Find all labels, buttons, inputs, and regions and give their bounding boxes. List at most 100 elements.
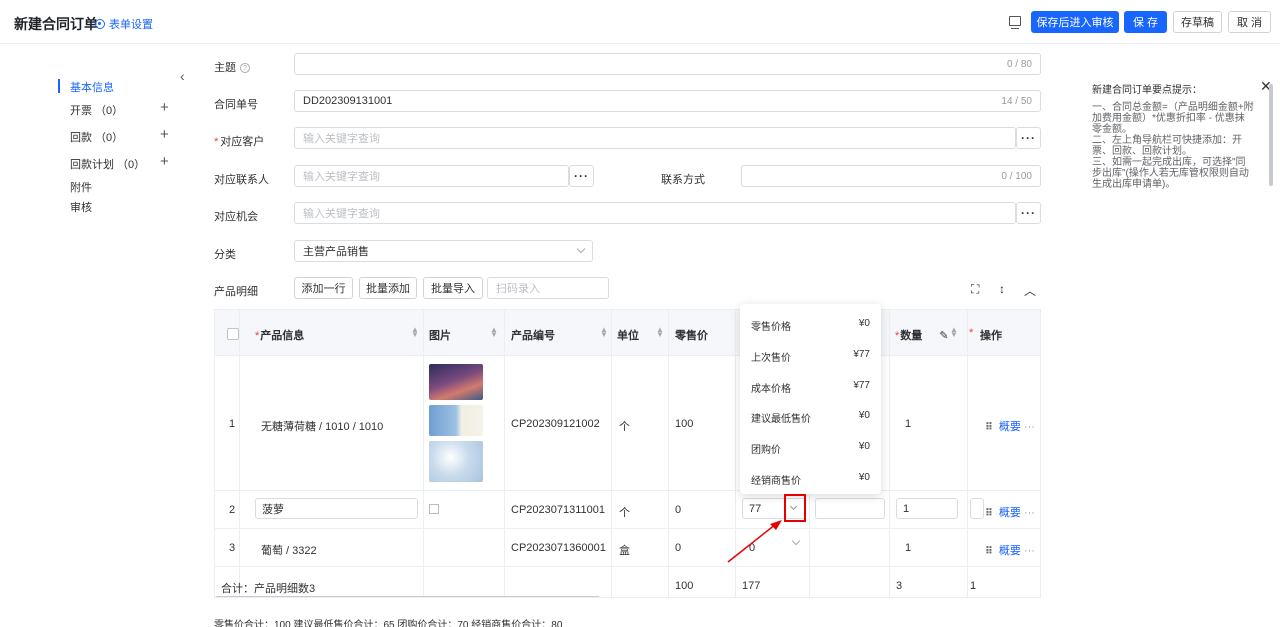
nav-item-attachment[interactable]: 附件 <box>70 179 92 195</box>
nav-item-review[interactable]: 审核 <box>70 199 92 215</box>
more-icon[interactable]: ··· <box>1024 421 1035 433</box>
row-code: CP2023071360001 <box>511 542 606 554</box>
summary-link[interactable]: 概要 <box>999 545 1021 557</box>
price-option[interactable]: 成本价格 ¥77 <box>751 380 870 395</box>
form-settings-link[interactable]: 表单设置 <box>95 16 153 32</box>
col-divider <box>504 310 505 597</box>
col-unit: 单位 <box>617 330 639 342</box>
tips-scrollbar[interactable] <box>1269 84 1273 186</box>
tips-title: 新建合同订单要点提示： <box>1092 85 1202 96</box>
help-icon[interactable]: ? <box>240 63 250 73</box>
col-image: 图片 <box>429 330 451 342</box>
contract-no-counter: 14 / 50 <box>1001 95 1032 107</box>
more-icon[interactable]: ··· <box>1024 507 1035 519</box>
settings-icon <box>95 19 105 29</box>
batch-import-button[interactable]: 批量导入 <box>423 277 483 299</box>
product-detail-label: 产品明细 <box>214 286 258 298</box>
price-option[interactable]: 上次售价 ¥77 <box>751 349 870 364</box>
nav-item-basic-info[interactable]: 基本信息 <box>70 79 114 95</box>
subject-input[interactable]: 0 / 80 <box>294 53 1041 75</box>
sort-icon[interactable]: ▲ ▼ <box>950 326 958 339</box>
category-select[interactable]: 主营产品销售 <box>294 240 593 262</box>
chevron-down-icon[interactable] <box>791 536 801 546</box>
form-main: 主题? 0 / 80 合同单号 DD202309131001 14 / 50 *… <box>192 44 1060 627</box>
contact-more-button[interactable]: ··· <box>569 165 594 187</box>
page-header: 新建合同订单 表单设置 保存后进入审核 保 存 存草稿 取 消 <box>0 0 1280 44</box>
save-draft-button[interactable]: 存草稿 <box>1173 11 1222 33</box>
col-actions: 操作 <box>980 330 1002 342</box>
fullscreen-icon[interactable]: ⛶ <box>971 282 979 297</box>
sort-icon[interactable]: ▲ ▼ <box>656 326 664 339</box>
drag-handle-icon[interactable]: ⠿ <box>985 508 993 519</box>
drag-handle-icon[interactable]: ⠿ <box>985 422 993 433</box>
select-all-checkbox[interactable] <box>227 328 239 340</box>
row-height-icon[interactable]: ↕ <box>999 282 1005 296</box>
row-unit: 个 <box>619 507 630 519</box>
row-actions: ⠿ 概要 ··· <box>985 418 1035 434</box>
price-option[interactable]: 建议最低售价 ¥0 <box>751 410 870 425</box>
subject-label: 主题? <box>214 59 250 75</box>
opportunity-input[interactable]: 输入关键字查询 <box>294 202 1016 224</box>
footer-qty-total: 3 <box>896 580 903 592</box>
chevron-left-icon[interactable]: ‹ <box>180 68 185 84</box>
col-divider <box>423 310 424 597</box>
chevron-down-icon[interactable] <box>789 502 798 511</box>
page-title: 新建合同订单 <box>14 16 98 32</box>
add-row-button[interactable]: 添加一行 <box>294 277 353 299</box>
cancel-button[interactable]: 取 消 <box>1228 11 1271 33</box>
monitor-icon[interactable] <box>1009 16 1021 29</box>
product-input[interactable]: 菠萝 <box>255 498 418 519</box>
col-product-info: *产品信息 <box>255 330 305 342</box>
quantity-input[interactable]: 1 <box>896 498 958 519</box>
price-option[interactable]: 经销商售价 ¥0 <box>751 472 870 487</box>
save-button[interactable]: 保 存 <box>1124 11 1167 33</box>
more-icon[interactable]: ··· <box>1024 545 1035 557</box>
col-product-code: 产品编号 <box>511 330 555 342</box>
contact-label: 对应联系人 <box>214 174 269 186</box>
extra-input[interactable] <box>970 498 984 519</box>
save-and-submit-button[interactable]: 保存后进入审核 <box>1031 11 1119 33</box>
contact-input[interactable]: 输入关键字查询 <box>294 165 569 187</box>
footer-retail-total: 100 <box>675 580 694 592</box>
nav-item-payment[interactable]: 回款 （0） <box>70 129 123 145</box>
add-payment-plan-icon[interactable]: + <box>160 154 169 169</box>
discount-input[interactable] <box>815 498 885 519</box>
left-anchor-nav: 基本信息 开票 （0） + 回款 （0） + 回款计划 （0） + 附件 审核 … <box>0 44 192 627</box>
summary-link[interactable]: 概要 <box>999 507 1021 519</box>
price-option[interactable]: 零售价格 ¥0 <box>751 318 870 333</box>
opportunity-label: 对应机会 <box>214 211 258 223</box>
col-divider <box>889 310 890 597</box>
sort-icon[interactable]: ▲ ▼ <box>600 326 608 339</box>
contact-method-input[interactable]: 0 / 100 <box>741 165 1041 187</box>
form-settings-label: 表单设置 <box>109 19 153 31</box>
annotation-highlight-box <box>784 494 806 522</box>
tip-line: 一、合同总金额=（产品明细金额+附加费用金额）*优惠折扣率 - 优惠抹零金额。 <box>1092 102 1254 135</box>
horizontal-scrollbar[interactable] <box>215 596 600 597</box>
row-product: 葡萄 / 3322 <box>261 545 317 557</box>
footer-extra-total: 1 <box>970 580 977 592</box>
table-header: *产品信息 ▲ ▼ 图片 ▲ ▼ 产品编号 ▲ ▼ 单位 ▲ ▼ 零售价 *数量 ✎ ▲… <box>215 310 1040 356</box>
add-invoice-icon[interactable]: + <box>160 100 169 115</box>
nav-item-invoice[interactable]: 开票 （0） <box>70 102 123 118</box>
sort-icon[interactable]: ▲ ▼ <box>490 326 498 339</box>
add-payment-icon[interactable]: + <box>160 127 169 142</box>
row-divider <box>215 566 1040 567</box>
chevron-up-icon[interactable]: ︿ <box>1024 282 1036 299</box>
sort-icon[interactable]: ▲ ▼ <box>411 326 419 339</box>
edit-icon[interactable]: ✎ <box>939 330 948 342</box>
summary-link[interactable]: 概要 <box>999 421 1021 433</box>
drag-handle-icon[interactable]: ⠿ <box>985 546 993 557</box>
row-actions: ⠿ 概要 ··· <box>985 542 1035 558</box>
opportunity-more-button[interactable]: ··· <box>1016 202 1041 224</box>
price-dropdown: 零售价格 ¥0 上次售价 ¥77 成本价格 ¥77 建议最低售价 ¥0 团购价 ¥0 经销… <box>740 304 881 494</box>
batch-add-button[interactable]: 批量添加 <box>359 277 417 299</box>
nav-item-payment-plan[interactable]: 回款计划 （0） <box>70 156 145 172</box>
customer-more-button[interactable]: ··· <box>1016 127 1041 149</box>
tip-line: 二、左上角导航栏可快捷添加：开票、回款、回款计划。 <box>1092 135 1242 157</box>
customer-input[interactable]: 输入关键字查询 <box>294 127 1016 149</box>
totals-summary: 零售价合计：100 建议最低售价合计：65 团购价合计：70 经销商售价合计：8… <box>214 620 563 627</box>
contract-no-input[interactable]: DD202309131001 14 / 50 <box>294 90 1041 112</box>
scan-input[interactable]: 扫码录入 <box>487 277 609 299</box>
row-retail: 0 <box>675 542 682 554</box>
price-option[interactable]: 团购价 ¥0 <box>751 441 870 456</box>
